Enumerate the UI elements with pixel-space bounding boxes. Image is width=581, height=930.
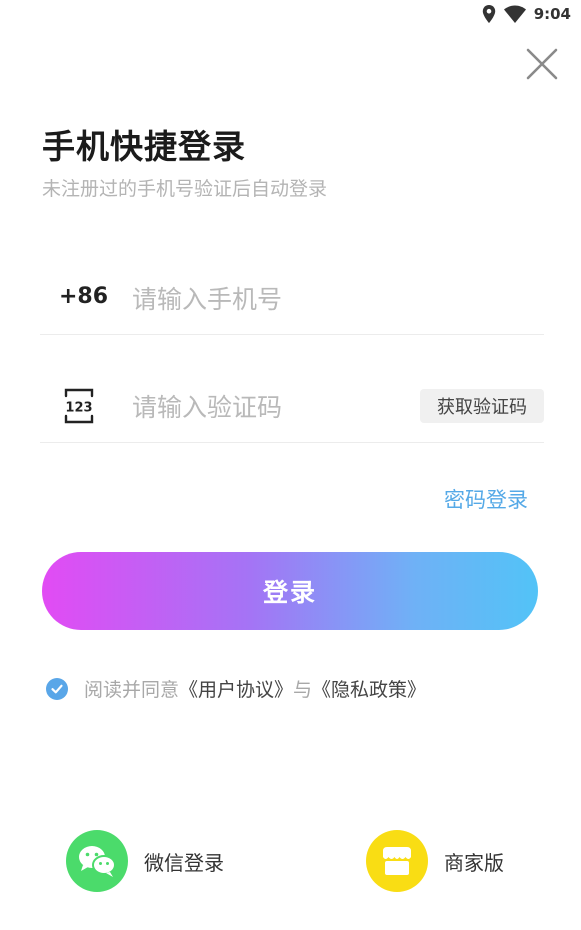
- page-subtitle: 未注册过的手机号验证后自动登录: [42, 178, 328, 200]
- close-button[interactable]: [522, 44, 562, 84]
- agreement-joiner: 与: [293, 679, 313, 701]
- location-icon: [482, 5, 495, 23]
- password-login-link[interactable]: 密码登录: [444, 484, 528, 514]
- country-code[interactable]: +86: [59, 284, 108, 309]
- merchant-label: 商家版: [444, 850, 504, 875]
- phone-row: +86: [40, 264, 544, 335]
- privacy-policy-link[interactable]: 《隐私政策》: [312, 675, 426, 702]
- agreement-row: 阅读并同意 《用户协议》 与 《隐私政策》: [46, 675, 426, 702]
- merchant-option[interactable]: 商家版: [366, 830, 504, 892]
- code-row: 123 获取验证码: [40, 372, 544, 443]
- wechat-icon: [79, 846, 116, 877]
- store-icon: [383, 847, 411, 875]
- agreement-checkbox[interactable]: [46, 677, 68, 700]
- wechat-login-option[interactable]: 微信登录: [66, 830, 224, 892]
- status-icons: 9:04: [482, 5, 571, 23]
- wechat-login-label: 微信登录: [144, 850, 224, 875]
- status-bar: 9:04: [0, 0, 581, 30]
- page-title: 手机快捷登录: [42, 127, 246, 166]
- get-code-button[interactable]: 获取验证码: [420, 389, 544, 423]
- check-icon: [51, 684, 63, 693]
- phone-input[interactable]: [132, 278, 532, 320]
- login-button[interactable]: 登录: [42, 552, 538, 630]
- status-time: 9:04: [533, 5, 571, 23]
- wechat-icon-circle: [66, 830, 128, 892]
- code-input[interactable]: [132, 386, 412, 428]
- close-icon: [526, 48, 558, 80]
- merchant-icon-circle: [366, 830, 428, 892]
- agreement-prefix: 阅读并同意: [84, 679, 180, 701]
- user-agreement-link[interactable]: 《用户协议》: [179, 675, 293, 702]
- wifi-icon: [503, 5, 526, 23]
- verification-code-icon-text: 123: [65, 401, 92, 416]
- verification-code-icon: 123: [64, 388, 94, 424]
